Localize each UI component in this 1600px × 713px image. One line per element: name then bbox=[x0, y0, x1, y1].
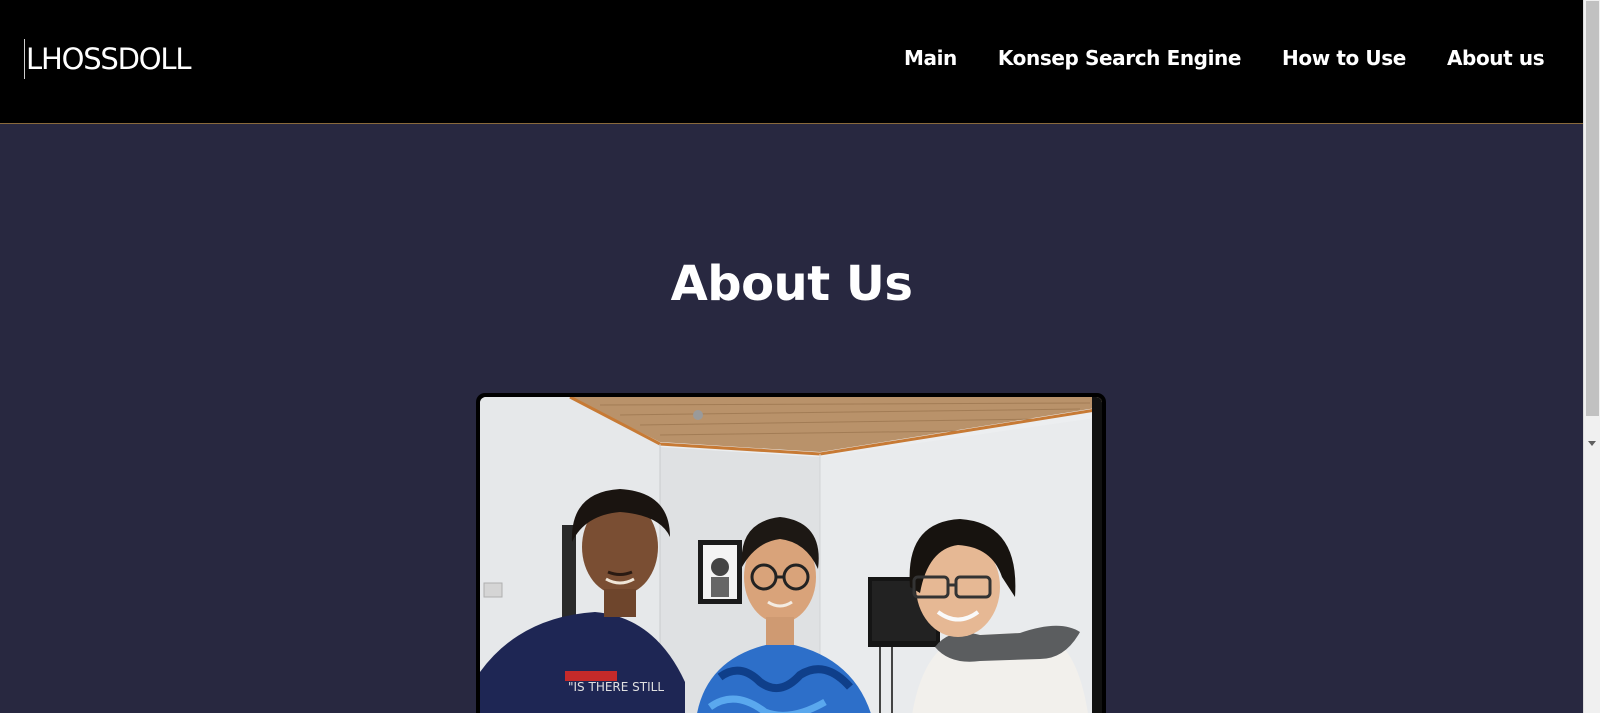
nav-link-how-to-use[interactable]: How to Use bbox=[1282, 46, 1406, 70]
nav-link-about-us[interactable]: About us bbox=[1447, 46, 1545, 70]
logo[interactable]: LHOSSDOLL bbox=[24, 38, 191, 80]
page-title: About Us bbox=[670, 256, 913, 312]
logo-text: LHOSSDOLL bbox=[26, 42, 191, 76]
navbar: LHOSSDOLL Main Konsep Search Engine How … bbox=[0, 0, 1583, 124]
scroll-down-arrow-icon[interactable] bbox=[1588, 441, 1596, 446]
main-nav: Main Konsep Search Engine How to Use Abo… bbox=[904, 46, 1545, 70]
page-viewport: LHOSSDOLL Main Konsep Search Engine How … bbox=[0, 0, 1583, 713]
team-photo-frame: "IS THERE STILL bbox=[476, 393, 1106, 713]
svg-text:"IS THERE STILL: "IS THERE STILL bbox=[568, 680, 664, 694]
scrollbar-thumb[interactable] bbox=[1586, 1, 1599, 416]
vertical-scrollbar[interactable] bbox=[1583, 0, 1600, 713]
text-cursor bbox=[24, 39, 25, 79]
team-photo: "IS THERE STILL bbox=[480, 397, 1102, 713]
nav-link-main[interactable]: Main bbox=[904, 46, 957, 70]
nav-link-konsep-search-engine[interactable]: Konsep Search Engine bbox=[998, 46, 1242, 70]
